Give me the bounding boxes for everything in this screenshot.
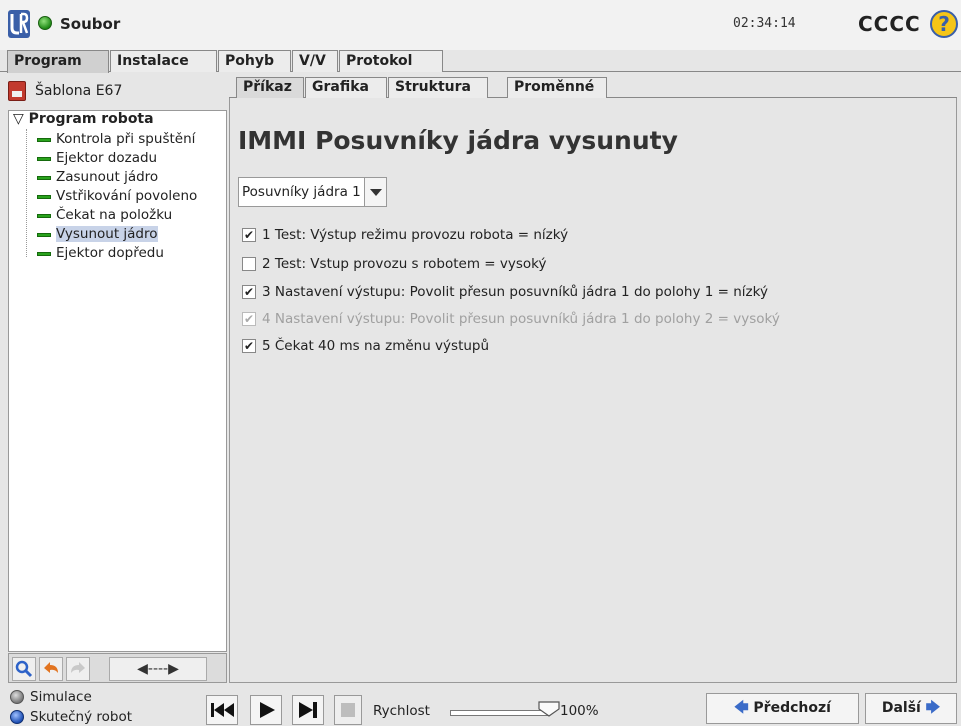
node-leaf-icon: [37, 252, 51, 256]
skip-back-button[interactable]: [206, 695, 238, 725]
check-row-2[interactable]: 2 Test: Vstup provozu s robotem = vysoký: [242, 254, 546, 274]
node-leaf-icon: [37, 214, 51, 218]
previous-button[interactable]: 🡄 Předchozí: [706, 693, 859, 724]
save-template-icon[interactable]: [8, 81, 26, 101]
speed-value: 100%: [560, 703, 599, 719]
real-robot-radio-icon[interactable]: [10, 710, 24, 724]
tree-root-label: Program robota: [28, 111, 154, 127]
step-forward-button[interactable]: [292, 695, 324, 725]
play-button[interactable]: [250, 695, 282, 725]
check-row-5[interactable]: ✔ 5 Čekat 40 ms na změnu výstupů: [242, 336, 489, 356]
tree-item-vysunout-jadro[interactable]: Vysunout jádro: [37, 225, 158, 244]
collapse-triangle-icon[interactable]: ▽: [13, 111, 24, 127]
tab-vv[interactable]: V/V: [292, 50, 338, 72]
speed-label: Rychlost: [373, 703, 430, 719]
program-tree-panel: Šablona E67 ▽ Program robota Kontrola př…: [0, 75, 228, 683]
tree-item-kontrola[interactable]: Kontrola při spuštění: [37, 130, 195, 149]
node-leaf-icon: [37, 157, 51, 161]
arrow-left-icon: 🡄: [734, 700, 749, 716]
checkbox-checked-icon[interactable]: ✔: [242, 228, 256, 242]
arrow-right-icon: 🡆: [925, 700, 941, 716]
tab-pohyb[interactable]: Pohyb: [218, 50, 291, 72]
stop-button: [334, 695, 362, 725]
command-panel: Příkaz Grafika Struktura Proměnné IMMI P…: [229, 75, 957, 683]
mode-real-robot[interactable]: Skutečný robot: [10, 708, 132, 726]
check-row-1[interactable]: ✔ 1 Test: Výstup režimu provozu robota =…: [242, 225, 568, 245]
tree-connector: [26, 129, 27, 257]
clock: 02:34:14: [733, 16, 796, 31]
tab-prikaz[interactable]: Příkaz: [236, 77, 304, 98]
check-row-3[interactable]: ✔ 3 Nastavení výstupu: Povolit přesun po…: [242, 282, 768, 302]
tree-root[interactable]: ▽ Program robota: [13, 111, 154, 127]
tab-promenne[interactable]: Proměnné: [507, 77, 607, 98]
robot-status-icon: [38, 16, 52, 30]
speed-slider-track[interactable]: [450, 710, 550, 716]
redo-icon: [66, 657, 90, 681]
program-tree: ▽ Program robota Kontrola při spuštění E…: [8, 110, 227, 652]
top-bar: Soubor 02:34:14 CCCC ?: [0, 0, 961, 50]
tree-item-cekat[interactable]: Čekat na položku: [37, 206, 172, 225]
tab-grafika[interactable]: Grafika: [305, 77, 387, 98]
tab-instalace[interactable]: Instalace: [110, 50, 217, 72]
ur-logo-icon: [8, 10, 30, 38]
tree-item-zasunout-jadro[interactable]: Zasunout jádro: [37, 168, 158, 187]
mode-simulation[interactable]: Simulace: [10, 688, 92, 708]
core-slide-select-value: Posuvníky jádra 1: [242, 184, 361, 200]
core-slide-select[interactable]: Posuvníky jádra 1: [238, 177, 387, 207]
node-leaf-icon: [37, 176, 51, 180]
tree-toolbar: ◀----▶: [8, 653, 227, 683]
sub-tabs: Příkaz Grafika Struktura Proměnné: [229, 75, 957, 98]
tab-struktura[interactable]: Struktura: [388, 77, 488, 98]
search-icon[interactable]: [12, 657, 36, 681]
checkbox-checked-icon[interactable]: ✔: [242, 339, 256, 353]
tab-program[interactable]: Program: [7, 50, 109, 73]
check-row-4: ✔ 4 Nastavení výstupu: Povolit přesun po…: [242, 311, 780, 327]
checkbox-checked-disabled-icon: ✔: [242, 312, 256, 326]
bottom-bar: Simulace Skutečný robot Rychlost 100% 🡄 …: [0, 683, 961, 726]
checkbox-checked-icon[interactable]: ✔: [242, 285, 256, 299]
next-button[interactable]: Další 🡆: [865, 693, 957, 724]
node-leaf-icon: [37, 233, 51, 237]
tree-item-ejektor-dozadu[interactable]: Ejektor dozadu: [37, 149, 157, 168]
command-content: IMMI Posuvníky jádra vysunuty Posuvníky …: [229, 98, 957, 683]
main-tabs: Program Instalace Pohyb V/V Protokol: [0, 50, 961, 73]
undo-icon[interactable]: [39, 657, 63, 681]
speed-slider-thumb[interactable]: [538, 701, 560, 717]
template-label: Šablona E67: [35, 83, 123, 99]
simulation-radio-icon[interactable]: [10, 690, 24, 704]
file-menu[interactable]: Soubor: [60, 15, 120, 33]
help-icon[interactable]: ?: [930, 10, 958, 38]
chevron-down-icon[interactable]: [364, 178, 386, 206]
tree-item-vstrikovani[interactable]: Vstřikování povoleno: [37, 187, 197, 206]
tab-protokol[interactable]: Protokol: [339, 50, 443, 72]
node-leaf-icon: [37, 195, 51, 199]
checkbox-unchecked-icon[interactable]: [242, 257, 256, 271]
page-title: IMMI Posuvníky jádra vysunuty: [238, 126, 678, 155]
tree-item-ejektor-dopredu[interactable]: Ejektor dopředu: [37, 244, 164, 263]
move-node-arrows[interactable]: ◀----▶: [109, 657, 207, 681]
node-leaf-icon: [37, 138, 51, 142]
robot-name: CCCC: [858, 12, 921, 36]
